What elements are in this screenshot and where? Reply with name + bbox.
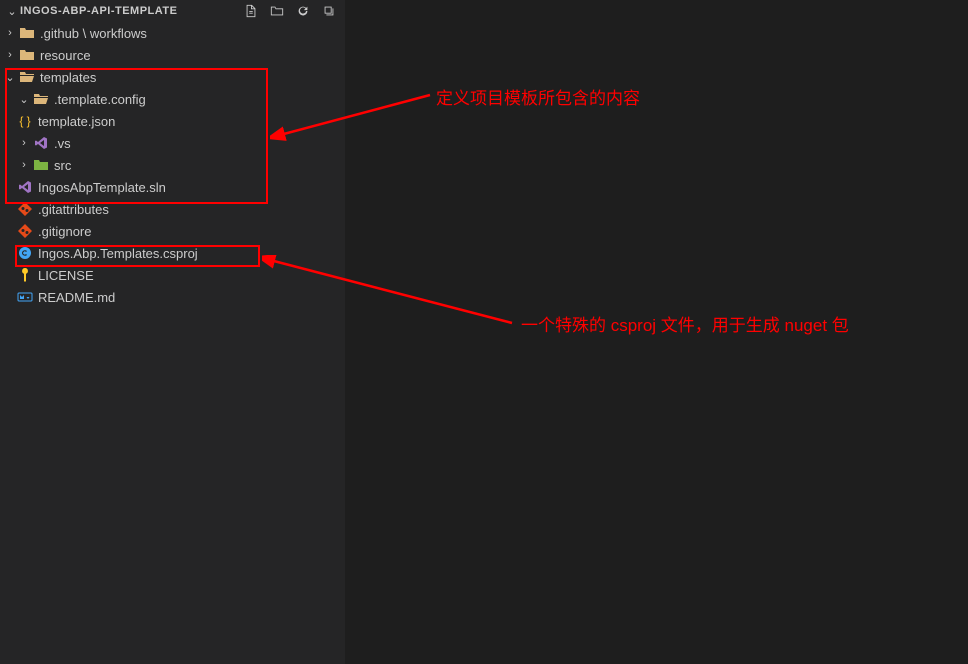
folder-open-icon <box>32 90 50 108</box>
markdown-icon <box>16 288 34 306</box>
explorer-header: ⌄ INGOS-ABP-API-TEMPLATE <box>0 0 345 22</box>
chevron-down-icon: ⌄ <box>16 93 32 106</box>
tree-label: src <box>54 158 71 173</box>
chevron-right-icon: › <box>2 49 18 61</box>
refresh-icon[interactable] <box>295 3 311 19</box>
header-actions <box>243 3 337 19</box>
folder-icon <box>18 46 36 64</box>
annotation-text-1: 定义项目模板所包含的内容 <box>436 84 640 109</box>
chevron-down-icon: ⌄ <box>4 5 20 18</box>
tree-file-gitattributes[interactable]: .gitattributes <box>0 198 345 220</box>
chevron-right-icon: › <box>16 137 32 149</box>
collapse-all-icon[interactable] <box>321 3 337 19</box>
tree-file-license[interactable]: LICENSE <box>0 264 345 286</box>
chevron-down-icon: ⌄ <box>2 71 18 84</box>
chevron-right-icon: › <box>16 159 32 171</box>
explorer-title-row[interactable]: ⌄ INGOS-ABP-API-TEMPLATE <box>4 5 243 18</box>
tree-file-sln[interactable]: IngosAbpTemplate.sln <box>0 176 345 198</box>
tree-folder-vs[interactable]: › .vs <box>0 132 345 154</box>
file-explorer-sidebar: ⌄ INGOS-ABP-API-TEMPLATE › .github \ wor <box>0 0 345 664</box>
tree-label: templates <box>40 70 96 85</box>
tree-folder-github-workflows[interactable]: › .github \ workflows <box>0 22 345 44</box>
tree-label: LICENSE <box>38 268 94 283</box>
git-icon <box>16 200 34 218</box>
new-file-icon[interactable] <box>243 3 259 19</box>
annotation-text-2: 一个特殊的 csproj 文件，用于生成 nuget 包 <box>521 312 849 339</box>
folder-src-icon <box>32 156 50 174</box>
tree-label: resource <box>40 48 91 63</box>
tree-label: IngosAbpTemplate.sln <box>38 180 166 195</box>
tree-label: .vs <box>54 136 71 151</box>
tree-file-gitignore[interactable]: .gitignore <box>0 220 345 242</box>
tree-folder-resource[interactable]: › resource <box>0 44 345 66</box>
chevron-right-icon: › <box>2 27 18 39</box>
tree-file-csproj[interactable]: Ingos.Abp.Templates.csproj <box>0 242 345 264</box>
sln-icon <box>16 178 34 196</box>
tree-label: template.json <box>38 114 115 129</box>
tree-folder-src[interactable]: › src <box>0 154 345 176</box>
tree-label: .gitignore <box>38 224 91 239</box>
tree-file-template-json[interactable]: { } template.json <box>0 110 345 132</box>
tree-label: README.md <box>38 290 115 305</box>
project-title: INGOS-ABP-API-TEMPLATE <box>20 5 177 17</box>
tree-folder-templates[interactable]: ⌄ templates <box>0 66 345 88</box>
file-tree: › .github \ workflows › resource ⌄ templ… <box>0 22 345 308</box>
tree-folder-template-config[interactable]: ⌄ .template.config <box>0 88 345 110</box>
license-icon <box>16 266 34 284</box>
tree-label: .github \ workflows <box>40 26 147 41</box>
git-icon <box>16 222 34 240</box>
tree-label: .gitattributes <box>38 202 109 217</box>
tree-file-readme[interactable]: README.md <box>0 286 345 308</box>
folder-icon <box>18 24 36 42</box>
new-folder-icon[interactable] <box>269 3 285 19</box>
vs-folder-icon <box>32 134 50 152</box>
json-icon: { } <box>16 112 34 130</box>
csproj-icon <box>16 244 34 262</box>
folder-open-icon <box>18 68 36 86</box>
tree-label: Ingos.Abp.Templates.csproj <box>38 246 198 261</box>
tree-label: .template.config <box>54 92 146 107</box>
